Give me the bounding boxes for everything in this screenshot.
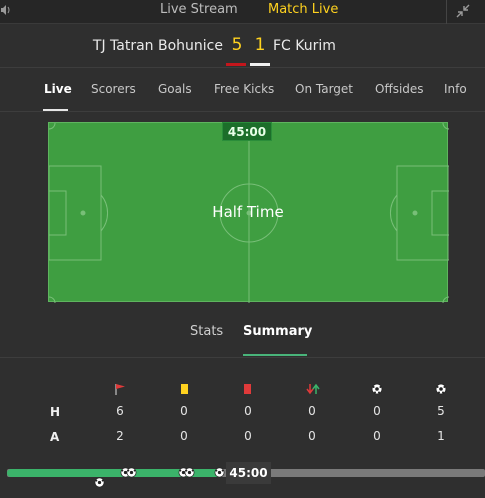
nav-item-on-target[interactable]: On Target [295, 82, 353, 96]
home-corners: 6 [116, 404, 124, 418]
goal-marker-icon [94, 473, 105, 488]
match-nav: Live Scorers Goals Free Kicks On Target … [0, 68, 485, 112]
timeline-time: 45:00 [226, 462, 271, 484]
goal-marker-icon [214, 463, 225, 478]
home-team-name: TJ Tatran Bohunice [92, 38, 223, 54]
goal-icon [435, 380, 447, 395]
match-clock: 45:00 [222, 122, 272, 141]
divider [446, 0, 447, 24]
nav-item-offsides[interactable]: Offsides [375, 82, 424, 96]
tab-stats[interactable]: Stats [190, 324, 223, 339]
scoreboard: TJ Tatran Bohunice 5 1 FC Kurim [0, 24, 485, 68]
home-substitutions: 0 [308, 404, 316, 418]
corner-flag-icon [114, 380, 126, 395]
nav-item-goals[interactable]: Goals [158, 82, 192, 96]
top-bar: Live Stream Match Live [0, 0, 485, 24]
away-red-cards: 0 [244, 429, 252, 443]
nav-item-scorers[interactable]: Scorers [91, 82, 136, 96]
home-score: 5 [231, 35, 243, 55]
away-yellow-cards: 0 [180, 429, 188, 443]
tab-live-stream[interactable]: Live Stream [160, 2, 238, 18]
nav-item-free-kicks[interactable]: Free Kicks [214, 82, 274, 96]
home-color-bar [226, 63, 246, 66]
red-card-icon [242, 380, 254, 394]
away-team-name: FC Kurim [273, 38, 336, 54]
substitution-icon [306, 380, 320, 395]
collapse-icon[interactable] [454, 2, 472, 20]
goal-icon [371, 380, 383, 395]
home-goals-first: 0 [373, 404, 381, 418]
nav-item-info[interactable]: Info [444, 82, 467, 96]
yellow-card-icon [179, 380, 191, 394]
away-goals: 1 [437, 429, 445, 443]
goal-marker-icon [184, 463, 195, 478]
home-goals: 5 [437, 404, 445, 418]
nav-active-underline [43, 109, 68, 111]
away-row-label: A [50, 430, 60, 444]
stats-summary-tabs: Stats Summary [0, 318, 485, 358]
home-yellow-cards: 0 [180, 404, 188, 418]
match-status: Half Time [212, 203, 284, 221]
home-red-cards: 0 [244, 404, 252, 418]
tab-match-live[interactable]: Match Live [268, 2, 338, 18]
tab-summary[interactable]: Summary [243, 324, 312, 339]
away-score: 1 [254, 35, 266, 55]
away-corners: 2 [116, 429, 124, 443]
home-row-label: H [50, 405, 61, 419]
summary-underline [243, 354, 307, 356]
away-color-bar [250, 63, 270, 66]
sound-icon[interactable] [0, 3, 12, 19]
away-substitutions: 0 [308, 429, 316, 443]
away-goals-first: 0 [373, 429, 381, 443]
goal-marker-icon [126, 463, 137, 478]
nav-item-live[interactable]: Live [44, 82, 72, 96]
